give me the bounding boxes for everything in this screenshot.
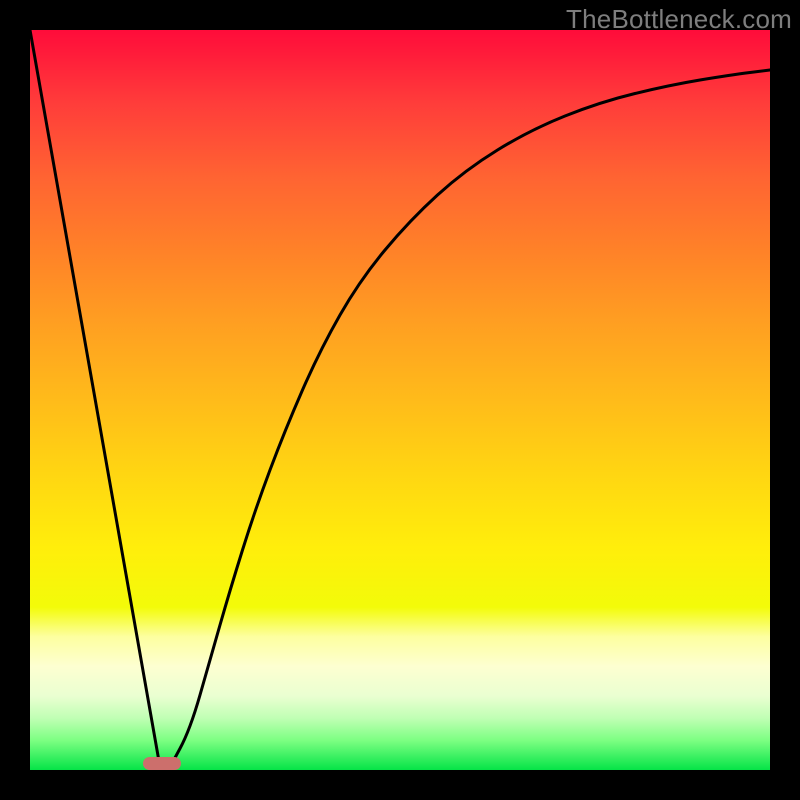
chart-frame: TheBottleneck.com <box>0 0 800 800</box>
watermark-text: TheBottleneck.com <box>566 4 792 35</box>
optimal-marker <box>143 757 181 770</box>
bottleneck-curve <box>30 30 770 770</box>
plot-area <box>30 30 770 770</box>
